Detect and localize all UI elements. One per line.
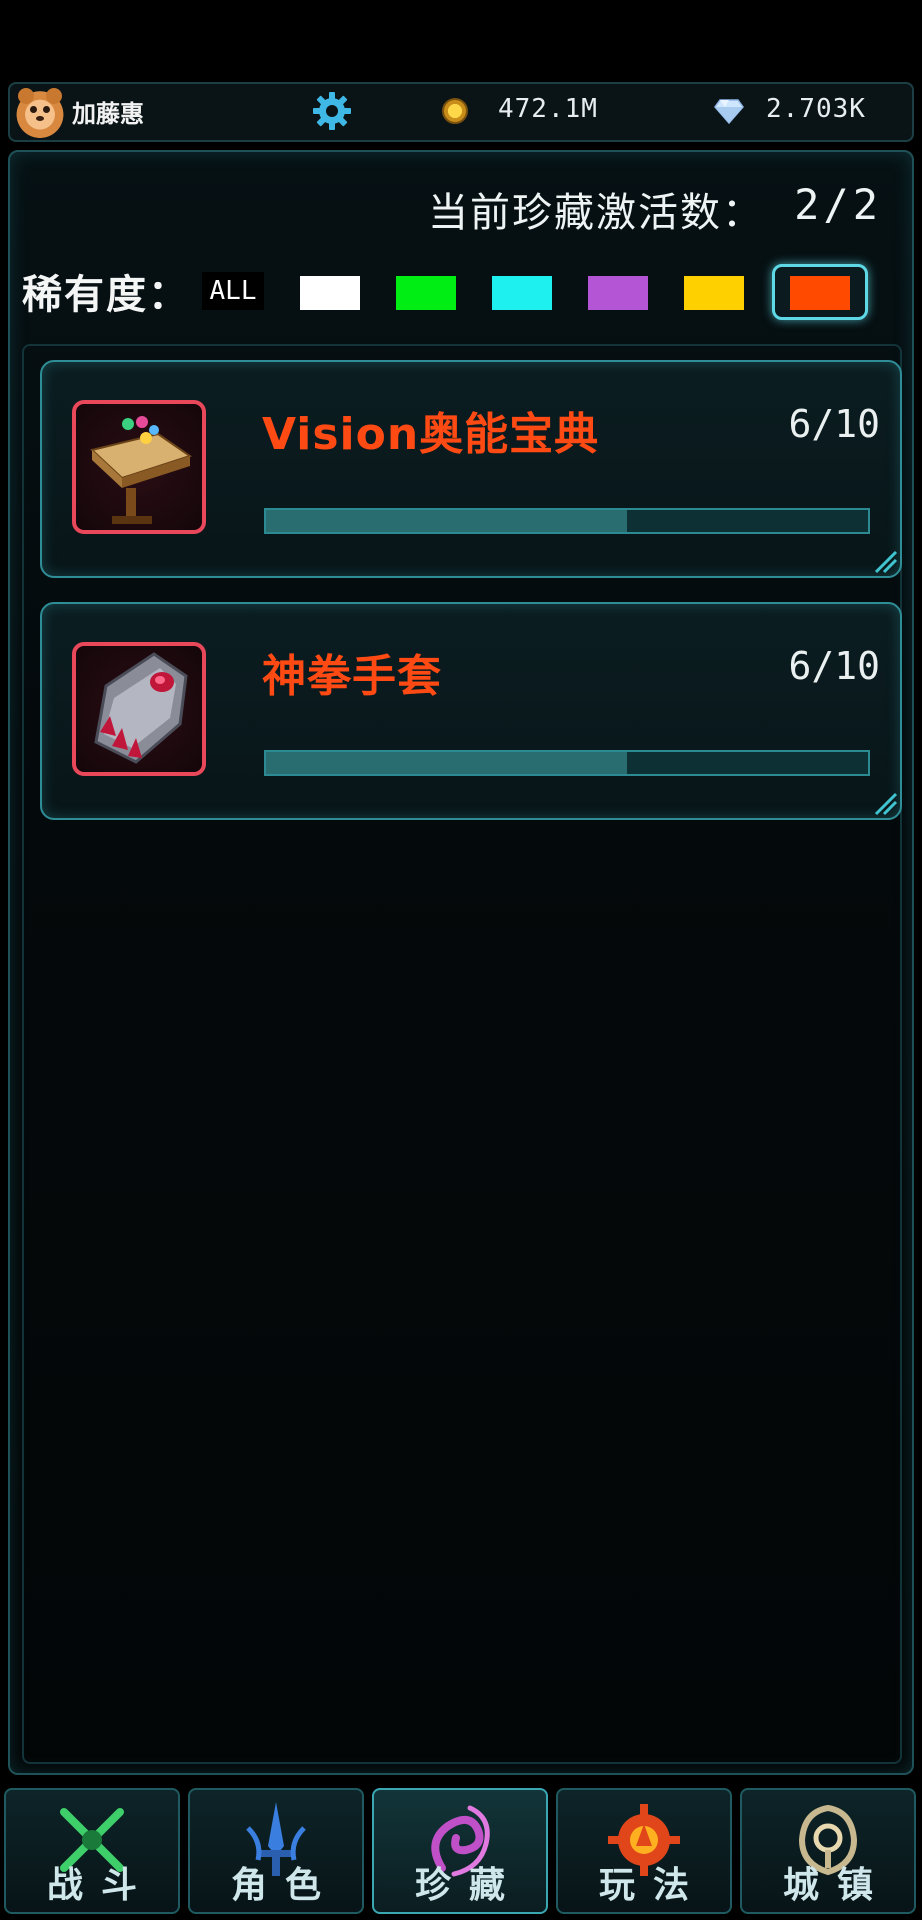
diamond-amount: 2.703K <box>766 94 866 124</box>
item-name: 神拳手套 <box>262 651 442 702</box>
tab-collection-label: 珍藏 <box>414 1865 523 1906</box>
gold-amount: 472.1M <box>498 94 598 124</box>
tab-town-label: 城镇 <box>782 1865 891 1906</box>
collection-card[interactable]: 神拳手套 6/10 <box>40 602 902 820</box>
tab-gameplay-label: 玩法 <box>598 1865 707 1906</box>
gold-coin-icon <box>442 98 468 124</box>
diamond-icon <box>714 99 744 124</box>
item-progress-fill <box>266 510 628 532</box>
rarity-swatch[interactable] <box>300 276 360 310</box>
rarity-filter-all[interactable]: ALL <box>202 272 264 310</box>
username: 加藤惠 <box>72 100 144 128</box>
tab-character[interactable]: 角色 <box>188 1788 364 1914</box>
item-name: Vision奥能宝典 <box>262 409 600 460</box>
rarity-swatch[interactable] <box>684 276 744 310</box>
tab-battle-label: 战斗 <box>46 1865 155 1906</box>
rarity-swatch[interactable] <box>790 276 850 310</box>
item-progress-bar <box>264 508 870 534</box>
item-count: 6/10 <box>788 644 880 688</box>
item-progress-fill <box>266 752 628 774</box>
rarity-swatch[interactable] <box>396 276 456 310</box>
collection-panel: 当前珍藏激活数： 2/2 稀有度： ALL Vision奥能宝典 6/10 神拳… <box>8 150 914 1775</box>
bottom-nav: 战斗 角色 珍藏 玩法 城镇 <box>4 1788 918 1914</box>
rarity-swatch[interactable] <box>492 276 552 310</box>
item-count: 6/10 <box>788 402 880 446</box>
gauntlet-icon <box>72 642 206 776</box>
tab-gameplay[interactable]: 玩法 <box>556 1788 732 1914</box>
tab-collection[interactable]: 珍藏 <box>372 1788 548 1914</box>
collection-card[interactable]: Vision奥能宝典 6/10 <box>40 360 902 578</box>
rarity-label: 稀有度： <box>22 272 190 318</box>
gear-icon[interactable] <box>310 89 354 133</box>
active-collection-label: 当前珍藏激活数： <box>428 190 764 236</box>
bear-avatar-icon[interactable] <box>14 86 66 138</box>
tab-town[interactable]: 城镇 <box>740 1788 916 1914</box>
card-corner-decoration <box>874 792 898 816</box>
tab-battle[interactable]: 战斗 <box>4 1788 180 1914</box>
book-lectern-icon <box>72 400 206 534</box>
top-bar: 加藤惠 472.1M 2.703K <box>8 82 914 142</box>
item-progress-bar <box>264 750 870 776</box>
active-collection-count: 2/2 <box>794 180 882 229</box>
rarity-swatch[interactable] <box>588 276 648 310</box>
tab-character-label: 角色 <box>230 1865 339 1906</box>
card-corner-decoration <box>874 550 898 574</box>
